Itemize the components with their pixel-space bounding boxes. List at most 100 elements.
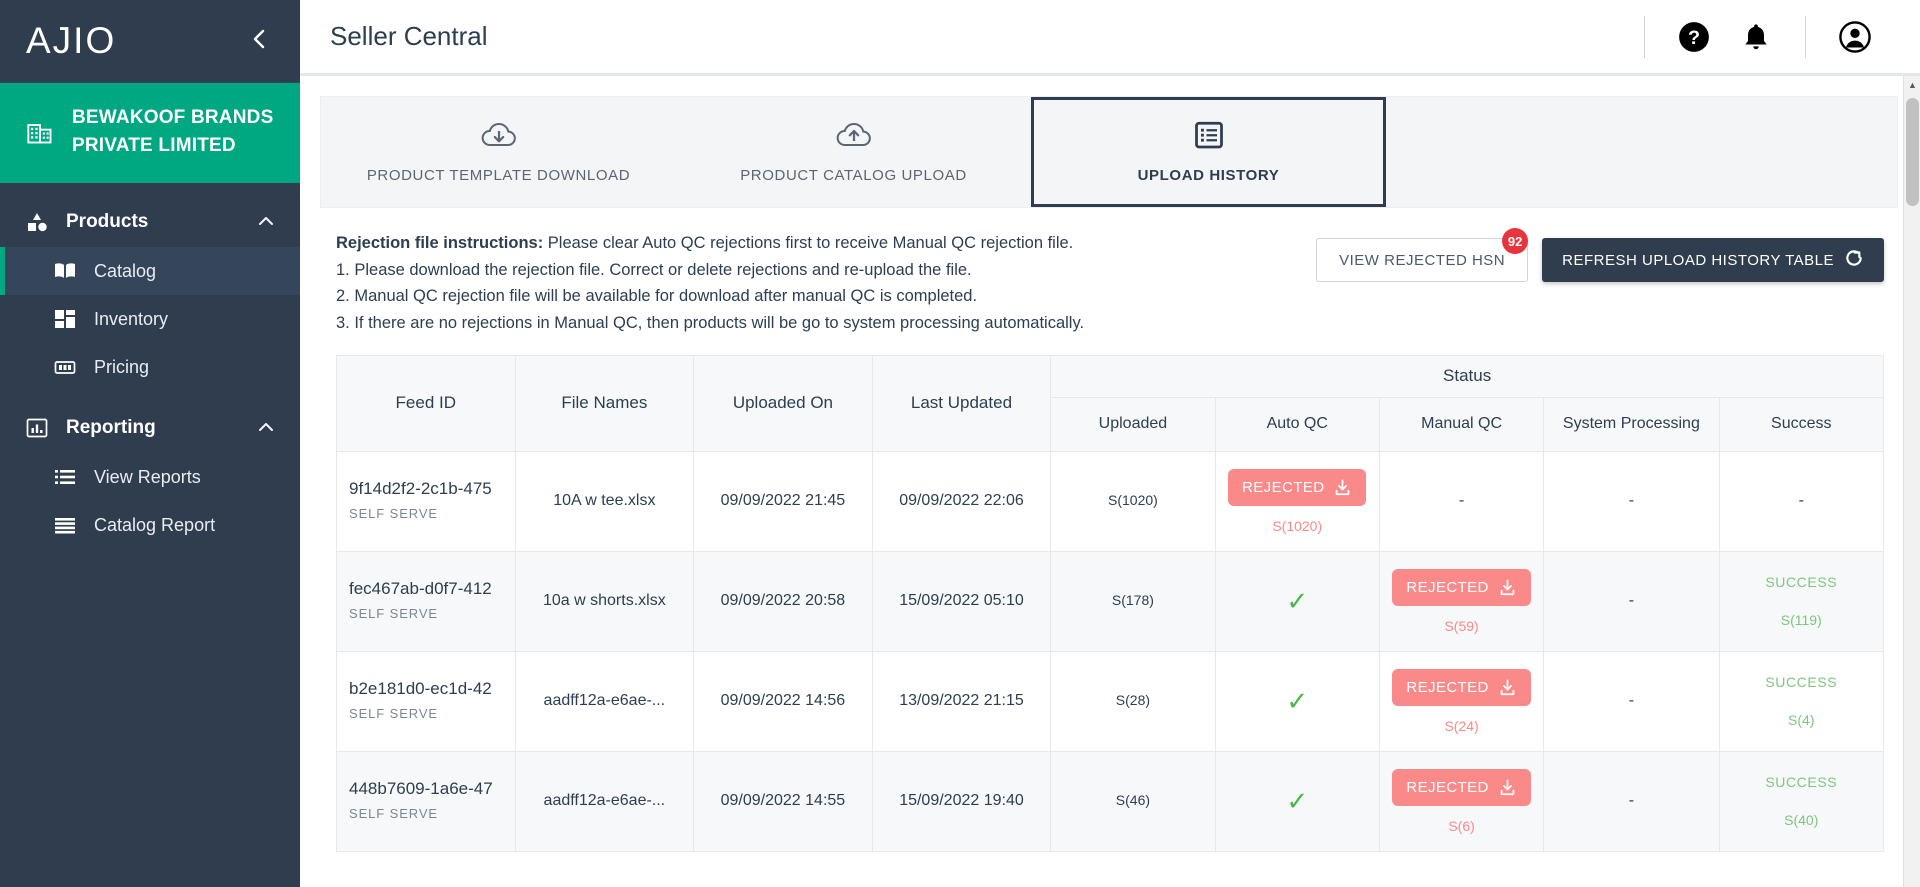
auto-qc-check-icon: ✓ <box>1286 785 1309 816</box>
cell-auto-qc: ✓ <box>1214 750 1380 852</box>
table-row[interactable]: fec467ab-d0f7-412 SELF SERVE 10a w shorts.… <box>336 550 1885 652</box>
tab-upload-history[interactable]: UPLOAD HISTORY <box>1031 97 1386 207</box>
success-dash: - <box>1798 492 1804 510</box>
cell-file-name: aadff12a-e6ae-... <box>514 650 695 752</box>
divider-2 <box>1805 15 1806 58</box>
cell-last-updated: 15/09/2022 19:40 <box>871 750 1052 852</box>
col-uploaded-on: Uploaded On <box>693 354 873 452</box>
scroll-up-arrow[interactable]: ▲ <box>1904 76 1920 93</box>
manual-qc-dash: - <box>1458 492 1465 510</box>
cloud-download-icon <box>479 120 519 155</box>
manual-qc-rejected-label: REJECTED <box>1406 578 1489 596</box>
cell-auto-qc: REJECTED S(1020) <box>1214 450 1380 552</box>
help-circle-icon[interactable]: ? <box>1671 14 1717 60</box>
auto-qc-check-icon: ✓ <box>1286 585 1309 616</box>
view-rejected-hsn-button[interactable]: VIEW REJECTED HSN <box>1316 238 1529 282</box>
instructions-heading: Rejection file instructions: <box>336 234 544 252</box>
refresh-button-label: REFRESH UPLOAD HISTORY TABLE <box>1562 251 1834 269</box>
sidebar-group-reporting[interactable]: Reporting <box>0 403 300 453</box>
uploaded-count: S(28) <box>1115 692 1151 709</box>
manual-qc-rejected-label: REJECTED <box>1406 678 1489 696</box>
seller-info: BEWAKOOF BRANDS PRIVATE LIMITED <box>0 83 300 183</box>
sidebar-item-pricing[interactable]: Pricing <box>0 343 300 391</box>
system-processing-dash: - <box>1628 792 1635 810</box>
feed-id-value: 448b7609-1a6e-47 <box>349 779 493 799</box>
manual-qc-rejected-label: REJECTED <box>1406 778 1489 796</box>
feed-id-value: b2e181d0-ec1d-42 <box>349 679 492 699</box>
tab-bar: PRODUCT TEMPLATE DOWNLOAD PRODUCT CATALO… <box>320 96 1898 208</box>
page-title: Seller Central <box>330 21 488 51</box>
col-system-processing: System Processing <box>1543 396 1720 452</box>
sidebar-group-products[interactable]: Products <box>0 197 300 247</box>
account-circle-icon[interactable] <box>1832 14 1878 60</box>
manual-qc-rejected-count: S(24) <box>1444 717 1479 734</box>
cell-last-updated: 13/09/2022 21:15 <box>871 650 1052 752</box>
download-icon <box>1498 778 1517 797</box>
sidebar: AJIO BEWAKOOF BRANDS PRIVATE LIMITED Pro… <box>0 0 300 887</box>
page-scrollbar[interactable]: ▲ ▼ <box>1903 76 1920 887</box>
cell-system-processing: - <box>1543 650 1720 752</box>
feed-source-label: SELF SERVE <box>349 506 438 522</box>
system-processing-dash: - <box>1628 492 1635 510</box>
instructions-heading-line: Rejection file instructions: Please clea… <box>336 230 1084 257</box>
tab-label-upload-history: UPLOAD HISTORY <box>1137 167 1280 184</box>
cell-uploaded: S(1020) <box>1050 450 1216 552</box>
system-processing-dash: - <box>1628 592 1635 610</box>
sidebar-group-label-products: Products <box>66 211 149 232</box>
manual-qc-rejected-download-button[interactable]: REJECTED <box>1392 768 1531 806</box>
table-row[interactable]: 9f14d2f2-2c1b-475 SELF SERVE 10A w tee.xls… <box>336 450 1885 552</box>
system-processing-dash: - <box>1628 692 1635 710</box>
top-bar: Seller Central ? <box>300 0 1920 76</box>
cell-auto-qc: ✓ <box>1214 650 1380 752</box>
sidebar-item-catalog[interactable]: Catalog <box>0 247 300 295</box>
cell-system-processing: - <box>1543 550 1720 652</box>
sidebar-item-catalog-report[interactable]: Catalog Report <box>0 501 300 549</box>
scrollbar-thumb[interactable] <box>1906 98 1919 206</box>
cell-success: SUCCESS S(4) <box>1718 650 1885 752</box>
cell-last-updated: 15/09/2022 05:10 <box>871 550 1052 652</box>
cell-file-name: aadff12a-e6ae-... <box>514 750 695 852</box>
cell-system-processing: - <box>1543 450 1720 552</box>
bell-icon[interactable] <box>1733 14 1779 60</box>
col-success: Success <box>1718 396 1885 452</box>
cell-last-updated: 09/09/2022 22:06 <box>871 450 1052 552</box>
list-box-icon <box>1194 120 1224 155</box>
col-last-updated: Last Updated <box>871 354 1052 452</box>
upload-history-table: Feed ID File Names Uploaded On Last Upda… <box>336 354 1885 852</box>
sidebar-collapse-button[interactable] <box>244 24 274 58</box>
cell-uploaded: S(178) <box>1050 550 1216 652</box>
rejection-instructions: Rejection file instructions: Please clea… <box>336 230 1084 337</box>
auto-qc-rejected-label: REJECTED <box>1242 478 1325 496</box>
action-buttons: 92 VIEW REJECTED HSN REFRESH UPLOAD HIST… <box>1316 228 1884 282</box>
cell-file-name: 10a w shorts.xlsx <box>514 550 695 652</box>
success-success-label: SUCCESS <box>1765 674 1838 691</box>
table-head: Feed ID File Names Uploaded On Last Upda… <box>336 354 1885 452</box>
cell-manual-qc: REJECTED S(24) <box>1378 650 1545 752</box>
tab-product-catalog-upload[interactable]: PRODUCT CATALOG UPLOAD <box>676 97 1031 207</box>
divider <box>1644 15 1645 58</box>
list-icon <box>52 464 78 490</box>
manual-qc-rejected-download-button[interactable]: REJECTED <box>1392 668 1531 706</box>
manual-qc-rejected-download-button[interactable]: REJECTED <box>1392 568 1531 606</box>
auto-qc-rejected-download-button[interactable]: REJECTED <box>1228 468 1367 506</box>
cell-feed-id: fec467ab-d0f7-412 SELF SERVE <box>336 550 516 652</box>
table-row[interactable]: b2e181d0-ec1d-42 SELF SERVE aadff12a-e6ae-… <box>336 650 1885 752</box>
sidebar-item-inventory[interactable]: Inventory <box>0 295 300 343</box>
sidebar-item-view-reports[interactable]: View Reports <box>0 453 300 501</box>
tab-product-template-download[interactable]: PRODUCT TEMPLATE DOWNLOAD <box>321 97 676 207</box>
refresh-icon <box>1844 248 1864 272</box>
feed-id-value: fec467ab-d0f7-412 <box>349 579 492 599</box>
content-area: PRODUCT TEMPLATE DOWNLOAD PRODUCT CATALO… <box>300 76 1920 887</box>
instructions-row: Rejection file instructions: Please clea… <box>320 208 1898 337</box>
col-auto-qc: Auto QC <box>1214 396 1380 452</box>
manual-qc-rejected-count: S(6) <box>1448 817 1475 834</box>
cell-success: - <box>1718 450 1885 552</box>
cell-success: SUCCESS S(119) <box>1718 550 1885 652</box>
refresh-upload-history-button[interactable]: REFRESH UPLOAD HISTORY TABLE <box>1542 238 1884 282</box>
uploaded-count: S(178) <box>1111 592 1154 609</box>
ajio-logo: AJIO <box>26 20 117 61</box>
uploaded-count: S(1020) <box>1108 492 1158 509</box>
instructions-heading-text: Please clear Auto QC rejections first to… <box>543 234 1074 252</box>
cell-manual-qc: REJECTED S(59) <box>1378 550 1545 652</box>
table-row[interactable]: 448b7609-1a6e-47 SELF SERVE aadff12a-e6ae-… <box>336 750 1885 852</box>
